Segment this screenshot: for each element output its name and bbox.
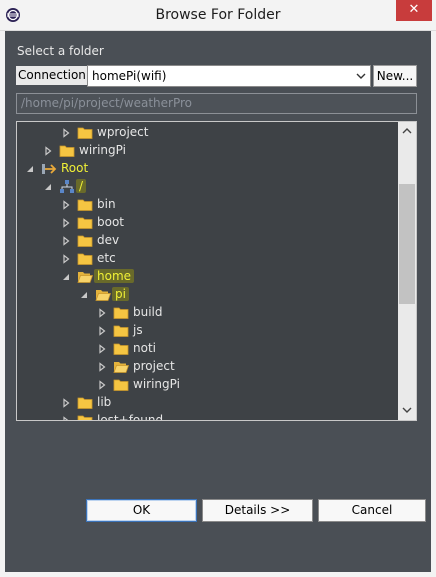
expand-right-icon[interactable] (97, 308, 107, 318)
folder-icon (59, 145, 75, 157)
expand-right-icon[interactable] (97, 344, 107, 354)
tree-node-label: dev (97, 233, 120, 247)
folder-icon (113, 325, 129, 337)
select-folder-label: Select a folder (17, 44, 104, 58)
details-button[interactable]: Details >> (202, 499, 313, 522)
connection-label: Connection: (16, 66, 92, 85)
folder-icon (77, 397, 93, 409)
tree-node-label: bin (97, 197, 116, 211)
chevron-down-icon (356, 73, 366, 79)
connection-value: homePi(wifi) (92, 69, 167, 83)
folder-open-icon (113, 362, 129, 373)
expand-down-icon[interactable] (43, 182, 53, 192)
tree-node-label: lib (97, 395, 112, 409)
folder-icon (113, 379, 129, 391)
tree-node-label: build (133, 305, 163, 319)
expand-right-icon[interactable] (61, 128, 71, 138)
scroll-down-icon[interactable] (401, 405, 413, 415)
folder-tree[interactable]: wproject wiringPi Root / bin boot dev etc home pi… (16, 121, 417, 421)
folder-icon (77, 253, 93, 265)
cancel-button[interactable]: Cancel (318, 499, 426, 522)
new-connection-button[interactable]: New... (373, 65, 417, 87)
expand-right-icon[interactable] (61, 416, 71, 421)
folder-icon (113, 343, 129, 355)
tree-scrollbar[interactable] (398, 122, 416, 420)
tree-node-label: wiringPi (79, 143, 126, 157)
tree-node-label: noti (133, 341, 156, 355)
folder-icon (113, 307, 129, 319)
tree-node-label: wproject (97, 125, 149, 139)
expand-right-icon[interactable] (97, 326, 107, 336)
folder-icon (77, 235, 93, 247)
expand-right-icon[interactable] (97, 362, 107, 372)
folder-icon (77, 415, 93, 420)
folder-icon (77, 199, 93, 211)
expand-right-icon[interactable] (97, 380, 107, 390)
folder-path-field[interactable]: /home/pi/project/weatherPro (16, 93, 417, 114)
connection-icon (42, 164, 57, 174)
folder-open-icon (77, 272, 93, 283)
tree-node-label: lost+found (97, 413, 164, 421)
scrollbar-thumb[interactable] (399, 184, 415, 304)
close-button[interactable]: ✕ (396, 0, 432, 21)
folder-open-icon (95, 290, 111, 301)
ok-button[interactable]: OK (86, 499, 197, 522)
scroll-up-icon[interactable] (401, 126, 413, 136)
expand-right-icon[interactable] (61, 254, 71, 264)
tree-node-label: Root (61, 161, 89, 175)
expand-down-icon[interactable] (25, 164, 35, 174)
tree-node-label: project (133, 359, 175, 373)
tree-node-label: / (76, 179, 87, 193)
tree-node-label: boot (97, 215, 125, 229)
window-title: Browse For Folder (155, 7, 281, 23)
tree-node-label: pi (112, 287, 129, 301)
tree-node-label: js (133, 323, 143, 337)
folder-icon (77, 217, 93, 229)
title-bar: Browse For Folder ✕ (0, 0, 436, 31)
expand-right-icon[interactable] (61, 218, 71, 228)
folder-icon (77, 127, 93, 139)
tree-node-label: wiringPi (133, 377, 180, 391)
dialog-body: Select a folder Connection: homePi(wifi)… (5, 31, 431, 572)
expand-down-icon[interactable] (61, 272, 71, 282)
connection-dropdown[interactable]: homePi(wifi) (87, 65, 371, 87)
expand-down-icon[interactable] (79, 290, 89, 300)
expand-right-icon[interactable] (61, 200, 71, 210)
expand-right-icon[interactable] (43, 146, 53, 156)
expand-right-icon[interactable] (61, 398, 71, 408)
tree-node-label: etc (97, 251, 116, 265)
filesystem-root-icon (60, 180, 74, 193)
expand-right-icon[interactable] (61, 236, 71, 246)
tree-node-label: home (94, 269, 135, 283)
